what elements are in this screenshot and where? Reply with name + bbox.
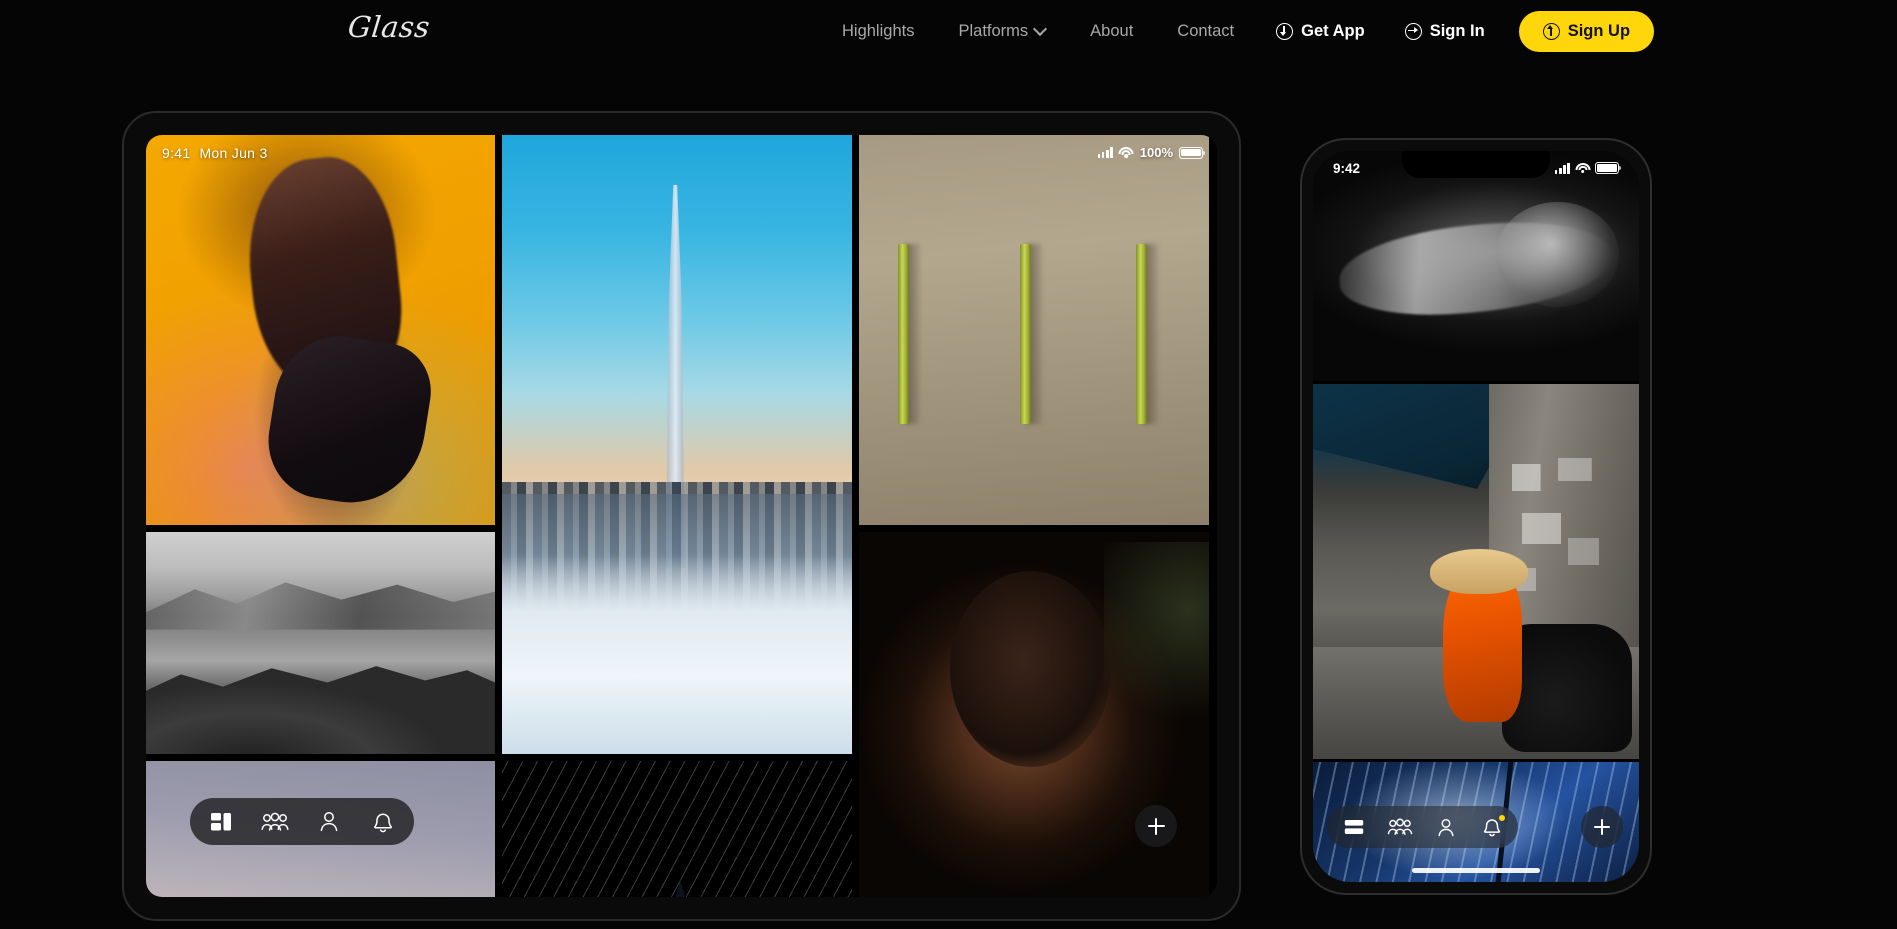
nav-link-about[interactable]: About [1068, 14, 1155, 49]
nav-link-label: Highlights [842, 21, 915, 40]
nav-link-contact[interactable]: Contact [1155, 14, 1256, 49]
tablet-tab-bar [190, 798, 414, 845]
arrow-down-circle-icon [1276, 22, 1294, 40]
phone-screen: 9:42 [1313, 151, 1639, 882]
chevron-down-icon [1035, 24, 1046, 35]
tab-profile[interactable] [314, 807, 344, 837]
nav-link-platforms[interactable]: Platforms [936, 14, 1068, 49]
photo-bamboo-wall[interactable] [859, 135, 1209, 525]
tablet-screen: 9:41 Mon Jun 3 100% [146, 135, 1217, 897]
photo-mountains-mono[interactable] [146, 532, 495, 754]
photo-burj-khalifa[interactable] [502, 135, 852, 754]
sign-up-button[interactable]: Sign Up [1518, 10, 1655, 52]
nav-link-label: About [1090, 21, 1134, 40]
star-trails-detail [502, 761, 852, 897]
sign-in-label: Sign In [1429, 21, 1485, 40]
tab-notifications[interactable] [368, 807, 398, 837]
tablet-status-bar-left: 9:41 Mon Jun 3 [162, 145, 268, 161]
battery-icon [1179, 146, 1206, 159]
arrow-right-circle-icon [1404, 22, 1422, 40]
nav-link-label: Platforms [958, 21, 1029, 40]
add-button[interactable] [1135, 805, 1177, 847]
sign-up-label: Sign Up [1567, 21, 1631, 40]
photo-nude-mono[interactable] [1313, 151, 1639, 381]
bamboo-stalk-detail [897, 244, 909, 424]
tab-feed[interactable] [1340, 814, 1367, 841]
brand-logo[interactable]: Glass [346, 10, 432, 44]
tab-grid[interactable] [206, 807, 236, 837]
tab-profile[interactable] [1432, 814, 1459, 841]
phone-notch [1402, 151, 1550, 178]
photo-star-trails[interactable] [502, 761, 852, 897]
city-skyline-detail [502, 481, 852, 618]
bamboo-stalk-detail [1020, 244, 1031, 424]
nav-link-label: Contact [1177, 21, 1235, 40]
phone-device-mockup: 9:42 [1300, 138, 1652, 895]
phone-status-icons [1554, 162, 1622, 174]
posters-detail [1502, 444, 1633, 639]
status-time: 9:41 [162, 145, 191, 161]
photo-monk-alley[interactable] [1313, 384, 1639, 759]
home-indicator [1412, 868, 1540, 873]
status-date: Mon Jun 3 [199, 145, 268, 161]
tab-community[interactable] [1386, 814, 1413, 841]
nav-links-group: Highlights Platforms About Contact Get A… [820, 0, 1655, 62]
tablet-status-bar-right: 100% [1097, 145, 1206, 160]
get-app-label: Get App [1301, 21, 1365, 40]
status-time: 9:42 [1333, 160, 1361, 176]
get-app-button[interactable]: Get App [1256, 14, 1385, 49]
notification-badge-dot [1499, 814, 1505, 821]
wifi-icon [1118, 147, 1134, 158]
conical-hat-detail [1430, 549, 1529, 594]
nav-link-highlights[interactable]: Highlights [820, 14, 936, 49]
battery-percent-label: 100% [1139, 145, 1173, 160]
arrow-up-circle-icon [1542, 22, 1560, 40]
device-showcase: 9:41 Mon Jun 3 100% 9:42 [0, 62, 1897, 929]
top-navigation: Glass Highlights Platforms About Contact… [0, 0, 1897, 62]
motorbike-detail [1502, 624, 1633, 752]
signal-bars-icon [1097, 147, 1113, 158]
bamboo-stalk-detail [1135, 244, 1147, 424]
sign-in-button[interactable]: Sign In [1385, 14, 1505, 49]
tab-community[interactable] [260, 807, 290, 837]
phone-tab-bar [1327, 806, 1518, 848]
signal-bars-icon [1554, 162, 1570, 174]
battery-icon [1595, 162, 1622, 174]
tab-notifications[interactable] [1478, 814, 1505, 841]
wifi-icon [1575, 162, 1590, 174]
add-button[interactable] [1581, 806, 1623, 848]
tablet-device-mockup: 9:41 Mon Jun 3 100% [122, 111, 1241, 921]
photo-fashion-yellow[interactable] [146, 135, 495, 525]
